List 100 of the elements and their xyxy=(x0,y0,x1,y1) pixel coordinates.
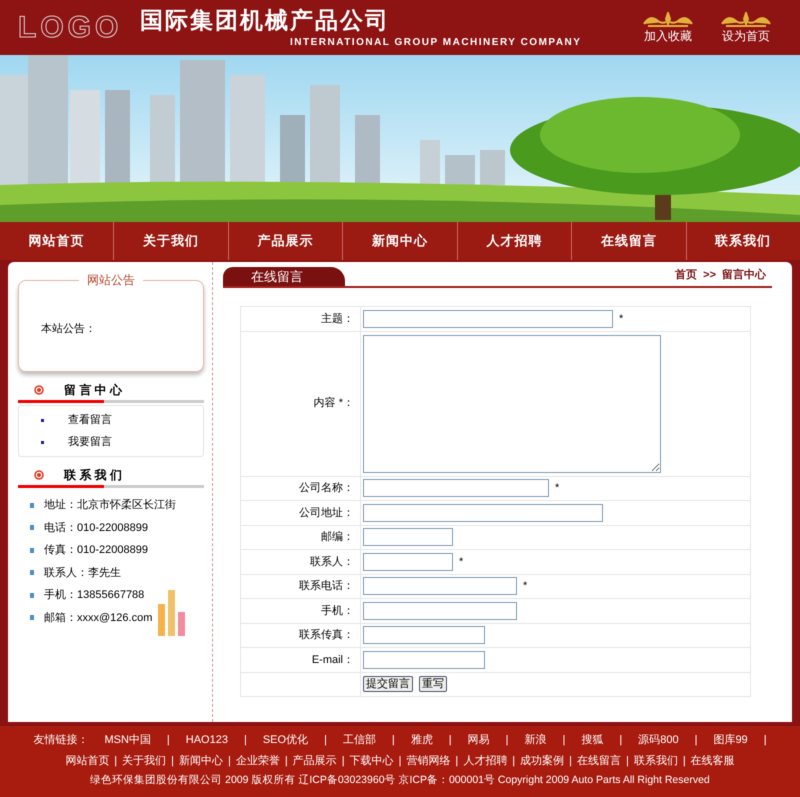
footer-link[interactable]: 企业荣誉 xyxy=(236,752,280,769)
bullet-icon xyxy=(30,592,34,598)
header-link[interactable]: 设为首页 xyxy=(718,12,774,44)
footer-link[interactable]: 成功案例 xyxy=(520,752,564,769)
bullet-icon xyxy=(30,502,34,508)
field-label: 内容 *： xyxy=(314,397,354,410)
copyright-text: 绿色环保集团股份有限公司 2009 版权所有 辽ICP备03023960号 京ICP备：000001号 Copyright 2009 Auto Parts All Right Reserved xyxy=(90,773,710,788)
footer-link[interactable]: 联系我们 xyxy=(634,752,678,769)
separator: | xyxy=(626,754,629,768)
form-button[interactable]: 提交留言 xyxy=(363,676,413,692)
contact-info: 电话：010-22008899 xyxy=(44,520,148,536)
separator: | xyxy=(228,754,231,768)
logo: LOGO xyxy=(18,10,124,46)
header-link[interactable]: 加入收藏 xyxy=(640,12,696,44)
sidebar-link[interactable]: 我要留言 xyxy=(68,434,112,450)
contact-info: 手机：13855667788 xyxy=(44,588,144,603)
nav-item[interactable]: 网站首页 xyxy=(0,222,114,260)
input-field[interactable] xyxy=(363,310,613,328)
nav-item[interactable]: 联系我们 xyxy=(686,222,800,260)
separator: | xyxy=(171,754,174,768)
footer-link[interactable]: 在线客服 xyxy=(690,752,735,769)
field-label: 手机： xyxy=(321,604,354,616)
friend-link[interactable]: 雅虎 xyxy=(410,732,433,748)
separator: | xyxy=(392,733,395,748)
field-label: 联系传真： xyxy=(299,629,354,641)
footer-link[interactable]: 网站首页 xyxy=(65,752,110,769)
notice-title: 网站公告 xyxy=(79,272,143,288)
separator: | xyxy=(506,733,508,748)
friend-link[interactable]: MSN中国 xyxy=(104,732,151,748)
footer-link[interactable]: 下载中心 xyxy=(350,752,394,769)
section-title: 留 言 中 心 xyxy=(64,382,122,399)
field-label: 公司地址： xyxy=(299,506,354,518)
input-field[interactable] xyxy=(363,650,485,669)
field-label: 联系人： xyxy=(310,556,354,568)
section-title: 联 系 我 们 xyxy=(64,467,122,484)
friend-link[interactable]: 新浪 xyxy=(524,732,546,748)
footer-link[interactable]: 在线留言 xyxy=(577,752,621,769)
input-field[interactable] xyxy=(363,577,517,596)
required-mark: * xyxy=(523,580,528,592)
separator: | xyxy=(694,733,698,748)
footer-link[interactable]: 产品展示 xyxy=(292,752,337,769)
friend-link[interactable]: 源码800 xyxy=(638,732,679,748)
breadcrumb-item[interactable]: 留言中心 xyxy=(722,266,766,283)
input-field[interactable] xyxy=(363,504,603,522)
bullet-icon xyxy=(30,548,34,553)
separator: | xyxy=(682,754,686,768)
nav-item[interactable]: 在线留言 xyxy=(571,222,686,260)
friend-link[interactable]: SEO优化 xyxy=(262,732,308,748)
bullet-icon xyxy=(41,440,44,444)
input-field[interactable] xyxy=(363,528,453,546)
separator: | xyxy=(448,733,452,748)
separator: | xyxy=(562,733,566,748)
bullet-icon xyxy=(41,418,44,422)
target-icon xyxy=(34,470,44,480)
separator: | xyxy=(284,754,288,768)
breadcrumb-item[interactable]: >> xyxy=(703,266,716,283)
target-icon xyxy=(34,385,44,395)
input-field[interactable] xyxy=(363,479,549,498)
form-button[interactable]: 重写 xyxy=(419,676,447,692)
input-field[interactable] xyxy=(363,602,517,620)
sidebar-link[interactable]: 查看留言 xyxy=(68,412,112,428)
contact-info: 传真：010-22008899 xyxy=(44,543,148,558)
field-label: 邮编： xyxy=(321,531,354,543)
field-label: 公司名称： xyxy=(299,482,354,494)
separator: | xyxy=(244,733,247,748)
contact-info: 地址：北京市怀柔区长江街 xyxy=(44,498,176,513)
footer-link[interactable]: 新闻中心 xyxy=(178,752,223,769)
separator: | xyxy=(166,733,170,748)
contact-info: 联系人：李先生 xyxy=(44,566,121,580)
friend-link[interactable]: 搜狐 xyxy=(581,732,604,748)
friend-link[interactable]: 图库99 xyxy=(713,732,748,748)
field-label: E-mail： xyxy=(312,654,354,666)
footer-link[interactable]: 营销网络 xyxy=(406,752,450,769)
field-label: 主题： xyxy=(321,312,354,324)
friend-link[interactable]: 网易 xyxy=(468,732,490,748)
breadcrumb-item[interactable]: 首页 xyxy=(675,266,698,283)
separator: | xyxy=(324,733,327,748)
input-field[interactable] xyxy=(363,626,485,644)
nav-item[interactable]: 关于我们 xyxy=(113,222,228,260)
required-mark: * xyxy=(555,482,560,494)
separator: | xyxy=(569,754,572,768)
nav-item[interactable]: 新闻中心 xyxy=(342,222,457,260)
footer-link[interactable]: 人才招聘 xyxy=(463,752,508,769)
field-label: 联系电话： xyxy=(299,580,354,592)
separator: | xyxy=(342,754,345,768)
separator: | xyxy=(114,754,118,768)
bullet-icon xyxy=(30,570,34,576)
notice-text: 本站公告： xyxy=(41,322,96,337)
nav-item[interactable]: 人才招聘 xyxy=(456,222,572,260)
nav-item[interactable]: 产品展示 xyxy=(228,222,342,260)
footer-link[interactable]: 关于我们 xyxy=(122,752,166,769)
input-field[interactable] xyxy=(363,552,453,571)
separator: | xyxy=(398,754,402,768)
separator: | xyxy=(512,754,516,768)
required-mark: * xyxy=(619,312,624,324)
separator: | xyxy=(764,733,767,748)
separator: | xyxy=(455,754,458,768)
friend-link[interactable]: HAO123 xyxy=(186,732,228,748)
bullet-icon xyxy=(30,525,34,530)
friend-link[interactable]: 工信部 xyxy=(342,732,376,748)
